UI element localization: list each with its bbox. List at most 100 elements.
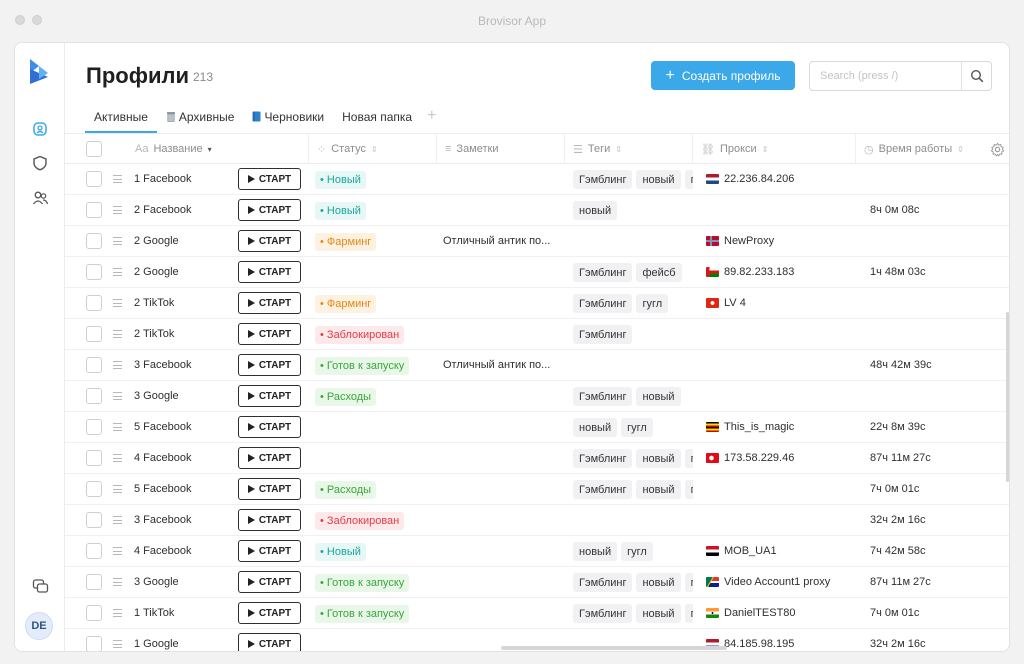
table-row[interactable]: 5 Facebook СТАРТ новый гугл This_is_magic 22ч…	[65, 412, 1009, 443]
row-checkbox[interactable]	[86, 450, 102, 466]
table-row[interactable]: 2 TikTok СТАРТ • Фарминг Гэмблинг гугл LV 4	[65, 288, 1009, 319]
table-row[interactable]: 4 Facebook СТАРТ Гэмблингновыйгугл 173.58.2…	[65, 443, 1009, 474]
profiles-icon[interactable]	[30, 119, 50, 139]
select-all-checkbox[interactable]	[86, 141, 102, 157]
start-button[interactable]: СТАРТ	[238, 199, 301, 221]
tags-cell[interactable]: Гэмблингновыйгугл	[573, 604, 693, 624]
drag-handle-icon[interactable]	[113, 607, 122, 619]
drag-handle-icon[interactable]	[113, 297, 122, 309]
row-checkbox[interactable]	[86, 636, 102, 651]
start-button[interactable]: СТАРТ	[238, 230, 301, 252]
proxy-cell[interactable]: MOB_UA1	[706, 545, 777, 557]
column-status[interactable]: ⁘ Статус ⇕	[308, 134, 436, 164]
table-row[interactable]: 5 Facebook СТАРТ • Расходы Гэмблингновыйгуг…	[65, 474, 1009, 505]
tab-archive[interactable]: Архивные	[157, 107, 244, 133]
create-profile-button[interactable]: + Создать профиль	[651, 61, 795, 90]
tags-cell[interactable]: Гэмблинг	[573, 325, 693, 345]
status-badge[interactable]: • Фарминг	[315, 295, 377, 313]
proxy-cell[interactable]: LV 4	[706, 297, 746, 309]
profile-name[interactable]: 2 TikTok	[134, 328, 174, 340]
drag-handle-icon[interactable]	[113, 359, 122, 371]
profile-name[interactable]: 1 Facebook	[134, 173, 191, 185]
column-settings-icon[interactable]	[990, 142, 1005, 157]
row-checkbox[interactable]	[86, 326, 102, 342]
column-worktime[interactable]: ◷ Время работы ⇕	[855, 134, 985, 164]
profile-name[interactable]: 1 Google	[134, 638, 179, 650]
column-tags[interactable]: ☰ Теги ⇕	[564, 134, 692, 164]
row-checkbox[interactable]	[86, 481, 102, 497]
profile-name[interactable]: 3 Facebook	[134, 514, 191, 526]
start-button[interactable]: СТАРТ	[238, 168, 301, 190]
table-row[interactable]: 3 Facebook СТАРТ • Готов к запуску Отличный…	[65, 350, 1009, 381]
start-button[interactable]: СТАРТ	[238, 571, 301, 593]
row-checkbox[interactable]	[86, 357, 102, 373]
column-name[interactable]: Aa Название ▾	[127, 134, 307, 164]
profile-name[interactable]: 4 Facebook	[134, 452, 191, 464]
avatar[interactable]: DE	[25, 612, 53, 640]
note-text[interactable]: Отличный антик по...	[443, 235, 550, 247]
row-checkbox[interactable]	[86, 171, 102, 187]
tags-cell[interactable]: новый гугл	[573, 418, 693, 438]
start-button[interactable]: СТАРТ	[238, 509, 301, 531]
profile-name[interactable]: 3 Facebook	[134, 359, 191, 371]
profile-name[interactable]: 2 Google	[134, 235, 179, 247]
row-checkbox[interactable]	[86, 574, 102, 590]
table-row[interactable]: 2 Facebook СТАРТ • Новый новый 8ч 0м 08с	[65, 195, 1009, 226]
status-badge[interactable]: • Расходы	[315, 481, 377, 499]
status-badge[interactable]: • Новый	[315, 543, 366, 561]
tags-cell[interactable]: Гэмблингновыйгугл	[573, 573, 693, 593]
status-badge[interactable]: • Фарминг	[315, 233, 377, 251]
proxy-cell[interactable]: 173.58.229.46	[706, 452, 794, 464]
tags-cell[interactable]: Гэмблингновыйгугл	[573, 480, 693, 500]
start-button[interactable]: СТАРТ	[238, 323, 301, 345]
table-row[interactable]: 3 Facebook СТАРТ • Заблокирован 32ч 2м 16с	[65, 505, 1009, 536]
drag-handle-icon[interactable]	[113, 235, 122, 247]
profile-name[interactable]: 5 Facebook	[134, 421, 191, 433]
drag-handle-icon[interactable]	[113, 390, 122, 402]
start-button[interactable]: СТАРТ	[238, 478, 301, 500]
profile-name[interactable]: 5 Facebook	[134, 483, 191, 495]
status-badge[interactable]: • Заблокирован	[315, 512, 405, 530]
proxy-cell[interactable]: NewProxy	[706, 235, 774, 247]
proxy-cell[interactable]: DanielTEST80	[706, 607, 796, 619]
table-row[interactable]: 3 Google СТАРТ • Готов к запуску Гэмблинг но…	[65, 567, 1009, 598]
start-button[interactable]: СТАРТ	[238, 261, 301, 283]
profile-name[interactable]: 1 TikTok	[134, 607, 174, 619]
row-checkbox[interactable]	[86, 202, 102, 218]
search-input[interactable]	[810, 62, 960, 90]
chat-icon[interactable]	[30, 576, 50, 596]
drag-handle-icon[interactable]	[113, 266, 122, 278]
proxy-cell[interactable]: This_is_magic	[706, 421, 794, 433]
row-checkbox[interactable]	[86, 543, 102, 559]
drag-handle-icon[interactable]	[113, 514, 122, 526]
search-button[interactable]	[961, 62, 991, 90]
tags-cell[interactable]: новый гугл	[573, 542, 693, 562]
proxy-cell[interactable]: 22.236.84.206	[706, 173, 794, 185]
row-checkbox[interactable]	[86, 419, 102, 435]
drag-handle-icon[interactable]	[113, 483, 122, 495]
drag-handle-icon[interactable]	[113, 421, 122, 433]
start-button[interactable]: СТАРТ	[238, 354, 301, 376]
brovisor-logo[interactable]	[28, 57, 50, 85]
table-row[interactable]: 1 Facebook СТАРТ • Новый Гэмблингновыйгугл 2…	[65, 164, 1009, 195]
start-button[interactable]: СТАРТ	[238, 447, 301, 469]
users-icon[interactable]	[30, 188, 50, 208]
start-button[interactable]: СТАРТ	[238, 416, 301, 438]
drag-handle-icon[interactable]	[113, 328, 122, 340]
note-text[interactable]: Отличный антик по...	[443, 359, 550, 371]
status-badge[interactable]: • Расходы	[315, 388, 377, 406]
horizontal-scrollbar[interactable]	[501, 646, 727, 650]
status-badge[interactable]: • Готов к запуску	[315, 605, 410, 623]
tags-cell[interactable]: Гэмблингновыйгугл	[573, 170, 693, 190]
row-checkbox[interactable]	[86, 233, 102, 249]
profile-name[interactable]: 2 TikTok	[134, 297, 174, 309]
tags-cell[interactable]: Гэмблинг новый	[573, 387, 693, 407]
tab-drafts[interactable]: Черновики	[243, 107, 333, 133]
status-badge[interactable]: • Новый	[315, 202, 366, 220]
start-button[interactable]: СТАРТ	[238, 385, 301, 407]
drag-handle-icon[interactable]	[113, 576, 122, 588]
drag-handle-icon[interactable]	[113, 638, 122, 650]
shield-icon[interactable]	[30, 153, 50, 173]
vertical-scrollbar[interactable]	[1006, 312, 1009, 482]
tab-active[interactable]: Активные	[85, 107, 157, 133]
